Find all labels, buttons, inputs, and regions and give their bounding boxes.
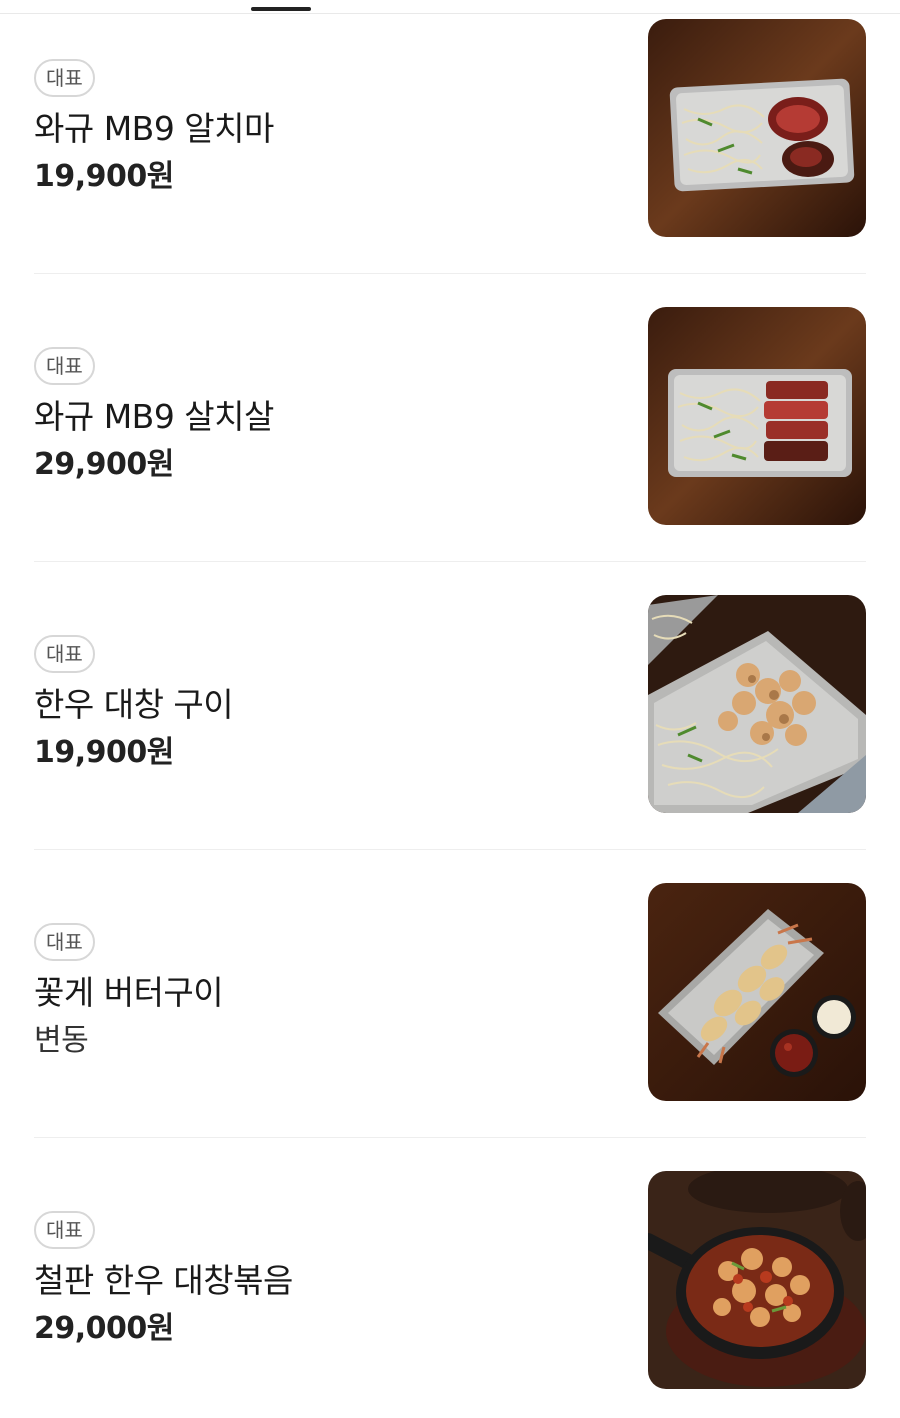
signature-badge: 대표 <box>34 1211 95 1249</box>
menu-item[interactable]: 대표 와규 MB9 살치살 29,900원 <box>0 288 900 576</box>
steak-plate-image[interactable] <box>648 19 866 237</box>
stir-fry-skillet-image[interactable] <box>648 1171 866 1389</box>
signature-badge: 대표 <box>34 635 95 673</box>
menu-item-name: 와규 MB9 살치살 <box>34 397 274 436</box>
menu-item-name: 와규 MB9 알치마 <box>34 109 274 148</box>
divider <box>34 561 866 562</box>
menu-item-price: 29,900원 <box>34 447 174 482</box>
menu-item-info: 대표 와규 MB9 알치마 19,900원 <box>34 59 594 201</box>
menu-item-price: 19,900원 <box>34 159 174 194</box>
butter-crab-image[interactable] <box>648 883 866 1101</box>
menu-item-price: 19,900원 <box>34 735 174 770</box>
steak-plate-image[interactable] <box>648 307 866 525</box>
menu-item-info: 대표 꽃게 버터구이 변동 <box>34 923 594 1065</box>
menu-item[interactable]: 대표 꽃게 버터구이 변동 <box>0 864 900 1152</box>
menu-item-name: 철판 한우 대창볶음 <box>34 1261 293 1300</box>
menu-item-info: 대표 철판 한우 대창볶음 29,000원 <box>34 1211 594 1353</box>
divider <box>34 1137 866 1138</box>
divider <box>34 849 866 850</box>
menu-item-info: 대표 와규 MB9 살치살 29,900원 <box>34 347 594 489</box>
signature-badge: 대표 <box>34 923 95 961</box>
menu-item-name: 한우 대창 구이 <box>34 685 234 724</box>
menu-item[interactable]: 대표 와규 MB9 알치마 19,900원 <box>0 0 900 288</box>
signature-badge: 대표 <box>34 347 95 385</box>
divider <box>34 273 866 274</box>
menu-item-name: 꽃게 버터구이 <box>34 973 224 1012</box>
menu-item[interactable]: 대표 철판 한우 대창볶음 29,000원 <box>0 1152 900 1418</box>
menu-item-price: 변동 <box>34 1023 89 1058</box>
grilled-intestine-image[interactable] <box>648 595 866 813</box>
signature-badge: 대표 <box>34 59 95 97</box>
menu-item-price: 29,000원 <box>34 1311 174 1346</box>
menu-item[interactable]: 대표 한우 대창 구이 19,900원 <box>0 576 900 864</box>
menu-item-info: 대표 한우 대창 구이 19,900원 <box>34 635 594 777</box>
